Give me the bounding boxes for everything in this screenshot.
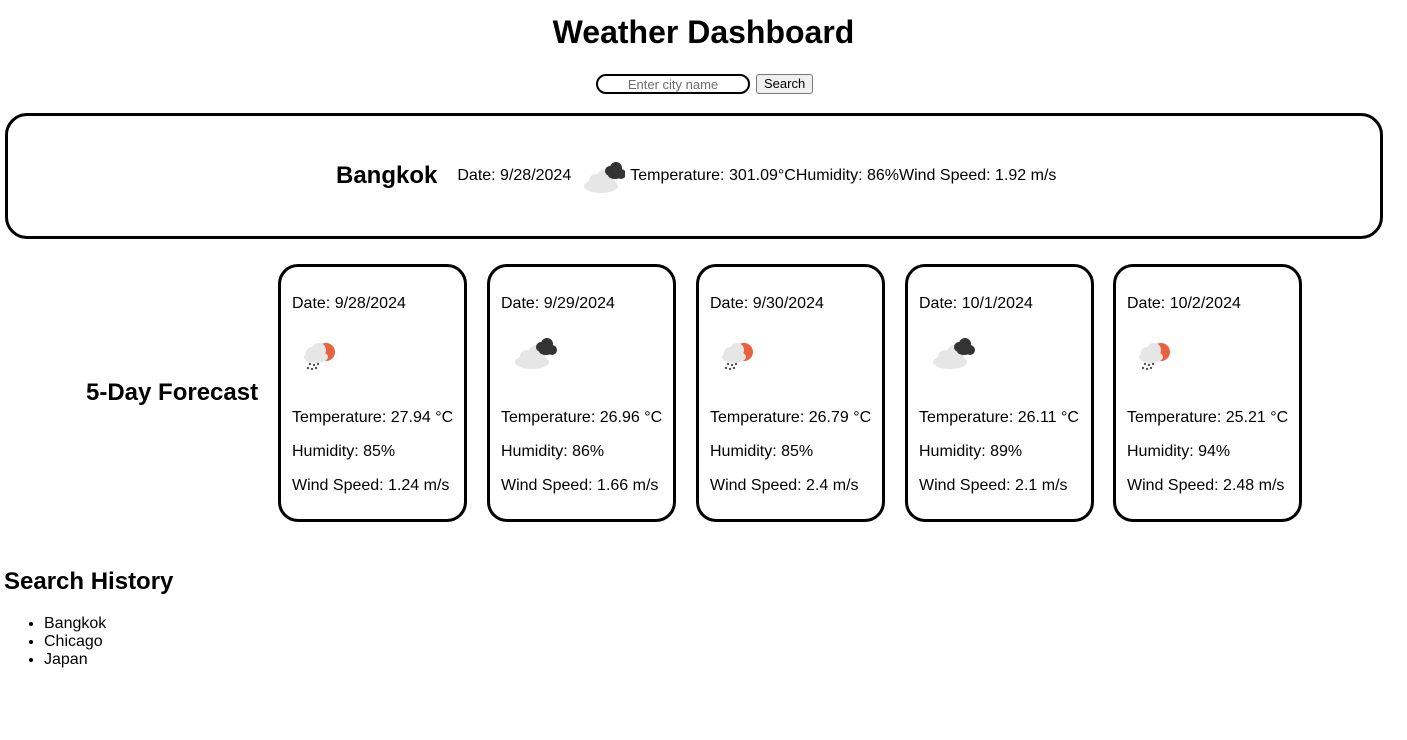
forecast-wind-speed: Wind Speed: 2.48 m/s [1127, 477, 1285, 494]
page-title: Weather Dashboard [552, 14, 855, 50]
forecast-date: Date: 9/29/2024 [501, 295, 615, 312]
forecast-heading: 5-Day Forecast [86, 379, 259, 406]
dark-clouds-icon [515, 338, 557, 369]
forecast-humidity: Humidity: 86% [501, 443, 605, 460]
weather-dashboard: Weather Dashboard Search Bangkok Date: 9… [0, 0, 1407, 740]
forecast-card: Date: 9/30/2024 Temperature: 26.79 °C Hu… [696, 264, 885, 522]
forecast-temperature: Temperature: 26.96 °C [501, 409, 663, 426]
current-temperature: Temperature: 301.09°C [630, 167, 796, 184]
sun-rain-icon [1139, 343, 1170, 371]
forecast-temperature: Temperature: 27.94 °C [292, 409, 454, 426]
history-item[interactable]: Chicago [44, 633, 106, 651]
search-button[interactable]: Search [756, 74, 814, 94]
dark-clouds-icon [584, 162, 626, 193]
city-search-input[interactable] [596, 74, 750, 94]
forecast-humidity: Humidity: 89% [919, 443, 1023, 460]
forecast-card: Date: 10/2/2024 Temperature: 25.21 °C Hu… [1113, 264, 1302, 522]
history-item[interactable]: Japan [44, 651, 106, 669]
forecast-date: Date: 9/28/2024 [292, 295, 406, 312]
forecast-humidity: Humidity: 85% [292, 443, 396, 460]
forecast-humidity: Humidity: 94% [1127, 443, 1231, 460]
forecast-card: Date: 10/1/2024 Temperature: 26.11 °C Hu… [905, 264, 1094, 522]
search-bar: Search [596, 73, 814, 95]
forecast-wind-speed: Wind Speed: 1.66 m/s [501, 477, 659, 494]
forecast-card: Date: 9/29/2024 Temperature: 26.96 °C Hu… [487, 264, 676, 522]
forecast-date: Date: 9/30/2024 [710, 295, 824, 312]
forecast-date: Date: 10/2/2024 [1127, 295, 1241, 312]
current-humidity: Humidity: 86% [795, 167, 899, 184]
forecast-wind-speed: Wind Speed: 1.24 m/s [292, 477, 450, 494]
current-wind-speed: Wind Speed: 1.92 m/s [899, 167, 1057, 184]
current-city-name: Bangkok [336, 162, 438, 189]
current-date: Date: 9/28/2024 [457, 167, 572, 184]
forecast-wind-speed: Wind Speed: 2.1 m/s [919, 477, 1068, 494]
sun-rain-icon [722, 343, 753, 371]
forecast-card: Date: 9/28/2024 Temperature: 27.94 °C Hu… [278, 264, 467, 522]
dark-clouds-icon [933, 338, 975, 369]
forecast-humidity: Humidity: 85% [710, 443, 814, 460]
current-weather-card: Bangkok Date: 9/28/2024 Temperature: 301… [5, 113, 1383, 239]
forecast-temperature: Temperature: 25.21 °C [1127, 409, 1289, 426]
forecast-temperature: Temperature: 26.11 °C [919, 409, 1079, 426]
sun-rain-icon [304, 343, 335, 371]
search-history-heading: Search History [4, 568, 174, 595]
forecast-temperature: Temperature: 26.79 °C [710, 409, 872, 426]
search-history-list: Bangkok Chicago Japan [4, 615, 106, 669]
history-item[interactable]: Bangkok [44, 615, 106, 633]
current-weather-row: Bangkok Date: 9/28/2024 Temperature: 301… [336, 158, 1056, 194]
forecast-date: Date: 10/1/2024 [919, 295, 1033, 312]
forecast-wind-speed: Wind Speed: 2.4 m/s [710, 477, 859, 494]
